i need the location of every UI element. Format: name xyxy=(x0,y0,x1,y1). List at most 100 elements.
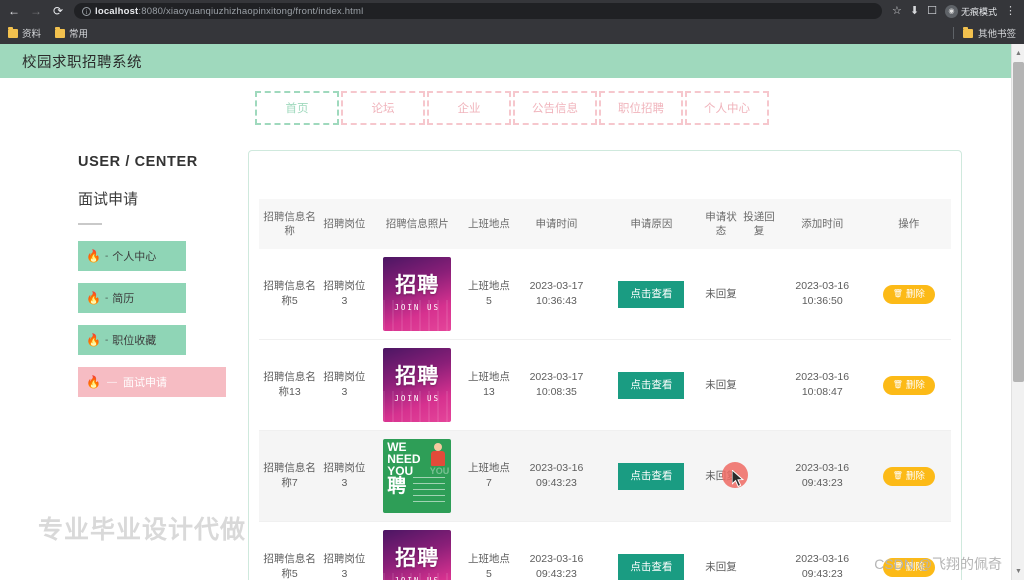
delete-button[interactable]: 🗑 删除 xyxy=(882,284,935,305)
scroll-down-icon[interactable]: ▼ xyxy=(1012,564,1024,578)
cell-place: 上班地点7 xyxy=(465,430,513,523)
table-body: 招聘信息名称5 招聘岗位3 招聘 JOIN US 上班地点5 2023-03-1… xyxy=(259,249,951,580)
cell-place: 上班地点13 xyxy=(465,339,513,432)
nav-tab-user-center[interactable]: 个人中心 xyxy=(685,91,769,125)
cell-name: 招聘信息名称5 xyxy=(259,521,321,580)
cell-operations: 🗑 删除 xyxy=(866,430,951,523)
delete-button[interactable]: 🗑 删除 xyxy=(882,557,935,578)
chrome-menu-icon[interactable]: ⋮ xyxy=(1005,5,1016,17)
incognito-indicator[interactable]: ◉ 无痕模式 xyxy=(944,4,997,18)
nav-tab-label: 首页 xyxy=(285,103,309,115)
column-header-place: 上班地点 xyxy=(465,199,513,250)
poster-subtitle: JOIN US xyxy=(394,302,440,312)
window-icon[interactable]: ☐ xyxy=(927,5,937,17)
cell-photo[interactable]: 招聘 JOIN US xyxy=(368,249,466,341)
cell-reply xyxy=(739,249,778,341)
trash-icon: 🗑 xyxy=(892,471,903,481)
scroll-up-icon[interactable]: ▲ xyxy=(1012,46,1024,60)
column-header-job: 招聘岗位 xyxy=(320,199,369,250)
bookmark-label: 常用 xyxy=(69,29,89,40)
sidebar-item-label: 简历 xyxy=(112,293,135,305)
nav-tab-label: 个人中心 xyxy=(704,103,750,115)
nav-tab-home[interactable]: 首页 xyxy=(255,91,339,125)
cell-photo[interactable]: 招聘 JOIN US xyxy=(368,339,466,432)
trash-icon: 🗑 xyxy=(892,562,903,572)
forward-arrow-icon[interactable]: → xyxy=(28,3,44,19)
page-scrollbar[interactable]: ▲ ▼ xyxy=(1011,44,1024,580)
site-header: 校园求职招聘系统 xyxy=(0,44,1024,78)
user-sidebar: USER / CENTER 面试申请 🔥 - 个人中心 🔥 - 简历 🔥 - 职… xyxy=(0,138,248,580)
table-row[interactable]: 招聘信息名称5 招聘岗位3 招聘 JOIN US 上班地点5 2023-03-1… xyxy=(259,521,951,580)
cell-apply-time: 2023-03-16 09:43:23 xyxy=(512,521,601,580)
view-reason-button[interactable]: 点击查看 xyxy=(618,372,685,399)
view-reason-button[interactable]: 点击查看 xyxy=(618,281,685,308)
browser-chrome: ← → ⟳ i localhost:8080/xiaoyuanqiuzhizha… xyxy=(0,0,1024,44)
other-bookmarks[interactable]: 其他书签 xyxy=(952,26,1016,40)
cell-job: 招聘岗位3 xyxy=(320,249,369,341)
sidebar-item-dash: - xyxy=(104,292,109,304)
bookmark-item[interactable]: 常用 xyxy=(55,26,88,40)
flame-icon: 🔥 xyxy=(86,333,101,347)
folder-icon xyxy=(8,26,18,38)
table-row[interactable]: 招聘信息名称5 招聘岗位3 招聘 JOIN US 上班地点5 2023-03-1… xyxy=(259,249,951,341)
cell-added-time: 2023-03-16 10:36:50 xyxy=(777,249,867,341)
site-info-icon[interactable]: i xyxy=(82,6,91,16)
cell-reason: 点击查看 xyxy=(600,249,703,341)
sidebar-item-interview-application[interactable]: 🔥 — 面试申请 xyxy=(78,367,226,397)
browser-toolbar: ← → ⟳ i localhost:8080/xiaoyuanqiuzhizha… xyxy=(0,0,1024,22)
sidebar-item-personal-center[interactable]: 🔥 - 个人中心 xyxy=(78,241,186,271)
cell-status: 未回复 xyxy=(702,339,740,432)
sidebar-item-label: 面试申请 xyxy=(122,377,167,389)
other-bookmarks-label: 其他书签 xyxy=(977,29,1016,40)
cell-apply-time: 2023-03-17 10:36:43 xyxy=(512,249,601,341)
cell-job: 招聘岗位3 xyxy=(320,521,369,580)
reload-icon[interactable]: ⟳ xyxy=(50,3,66,19)
recruit-poster-image[interactable]: WE NEED YOU YOU 聘 xyxy=(383,439,452,514)
delete-button[interactable]: 🗑 删除 xyxy=(882,375,935,396)
nav-tab-label: 论坛 xyxy=(371,103,395,115)
page-title: 面试申请 xyxy=(78,191,139,208)
bookmark-item[interactable]: 资料 xyxy=(8,26,41,40)
cell-job: 招聘岗位3 xyxy=(320,430,369,523)
sidebar-item-job-favorites[interactable]: 🔥 - 职位收藏 xyxy=(78,325,186,355)
cell-reason: 点击查看 xyxy=(600,521,703,580)
recruit-poster-image[interactable]: 招聘 JOIN US xyxy=(383,530,452,580)
divider xyxy=(78,223,102,225)
view-reason-button[interactable]: 点击查看 xyxy=(618,554,685,580)
cell-name: 招聘信息名称7 xyxy=(259,430,321,523)
nav-tab-enterprise[interactable]: 企业 xyxy=(427,91,511,125)
scrollbar-thumb[interactable] xyxy=(1013,62,1024,382)
download-icon[interactable]: ⬇ xyxy=(910,5,919,17)
content-card: 招聘信息名称 招聘岗位 招聘信息照片 上班地点 申请时间 申请原因 申请状态 投… xyxy=(248,150,962,580)
table-row[interactable]: 招聘信息名称13 招聘岗位3 招聘 JOIN US 上班地点13 2023-03… xyxy=(259,339,951,432)
cell-photo[interactable]: 招聘 JOIN US xyxy=(368,521,466,580)
column-header-operations: 操作 xyxy=(866,199,951,250)
address-bar[interactable]: i localhost:8080/xiaoyuanqiuzhizhaopinxi… xyxy=(74,3,883,19)
bookmark-label: 资料 xyxy=(22,29,42,40)
delete-button[interactable]: 🗑 删除 xyxy=(882,466,935,487)
nav-tab-forum[interactable]: 论坛 xyxy=(341,91,425,125)
cell-job: 招聘岗位3 xyxy=(320,339,369,432)
url-path: :8080/xiaoyuanqiuzhizhaopinxitong/front/… xyxy=(138,5,364,17)
folder-icon xyxy=(55,26,66,38)
recruit-poster-image[interactable]: 招聘 JOIN US xyxy=(383,348,452,423)
cell-reason: 点击查看 xyxy=(600,339,703,432)
delete-button-label: 删除 xyxy=(905,379,925,391)
table-header-row: 招聘信息名称 招聘岗位 招聘信息照片 上班地点 申请时间 申请原因 申请状态 投… xyxy=(259,199,951,250)
cell-reply xyxy=(739,339,778,432)
poster-title: 招聘 xyxy=(395,273,440,297)
poster-subtitle: 聘 xyxy=(387,476,407,498)
nav-tab-jobs[interactable]: 职位招聘 xyxy=(599,91,683,125)
back-arrow-icon[interactable]: ← xyxy=(6,3,22,19)
recruit-poster-image[interactable]: 招聘 JOIN US xyxy=(383,257,452,332)
sidebar-item-dash: — xyxy=(106,376,117,388)
nav-tab-announcements[interactable]: 公告信息 xyxy=(513,91,597,125)
address-bar-url: localhost:8080/xiaoyuanqiuzhizhaopinxito… xyxy=(95,6,363,17)
sidebar-item-resume[interactable]: 🔥 - 简历 xyxy=(78,283,186,313)
cell-photo[interactable]: WE NEED YOU YOU 聘 xyxy=(368,430,466,523)
table-row[interactable]: 招聘信息名称7 招聘岗位3 WE NEED YOU YOU 聘 上班地点7 20… xyxy=(259,430,951,523)
bookmark-star-icon[interactable]: ☆ xyxy=(892,5,902,17)
view-reason-button[interactable]: 点击查看 xyxy=(618,463,685,490)
cell-reason: 点击查看 xyxy=(600,430,703,523)
site-title: 校园求职招聘系统 xyxy=(22,54,142,71)
